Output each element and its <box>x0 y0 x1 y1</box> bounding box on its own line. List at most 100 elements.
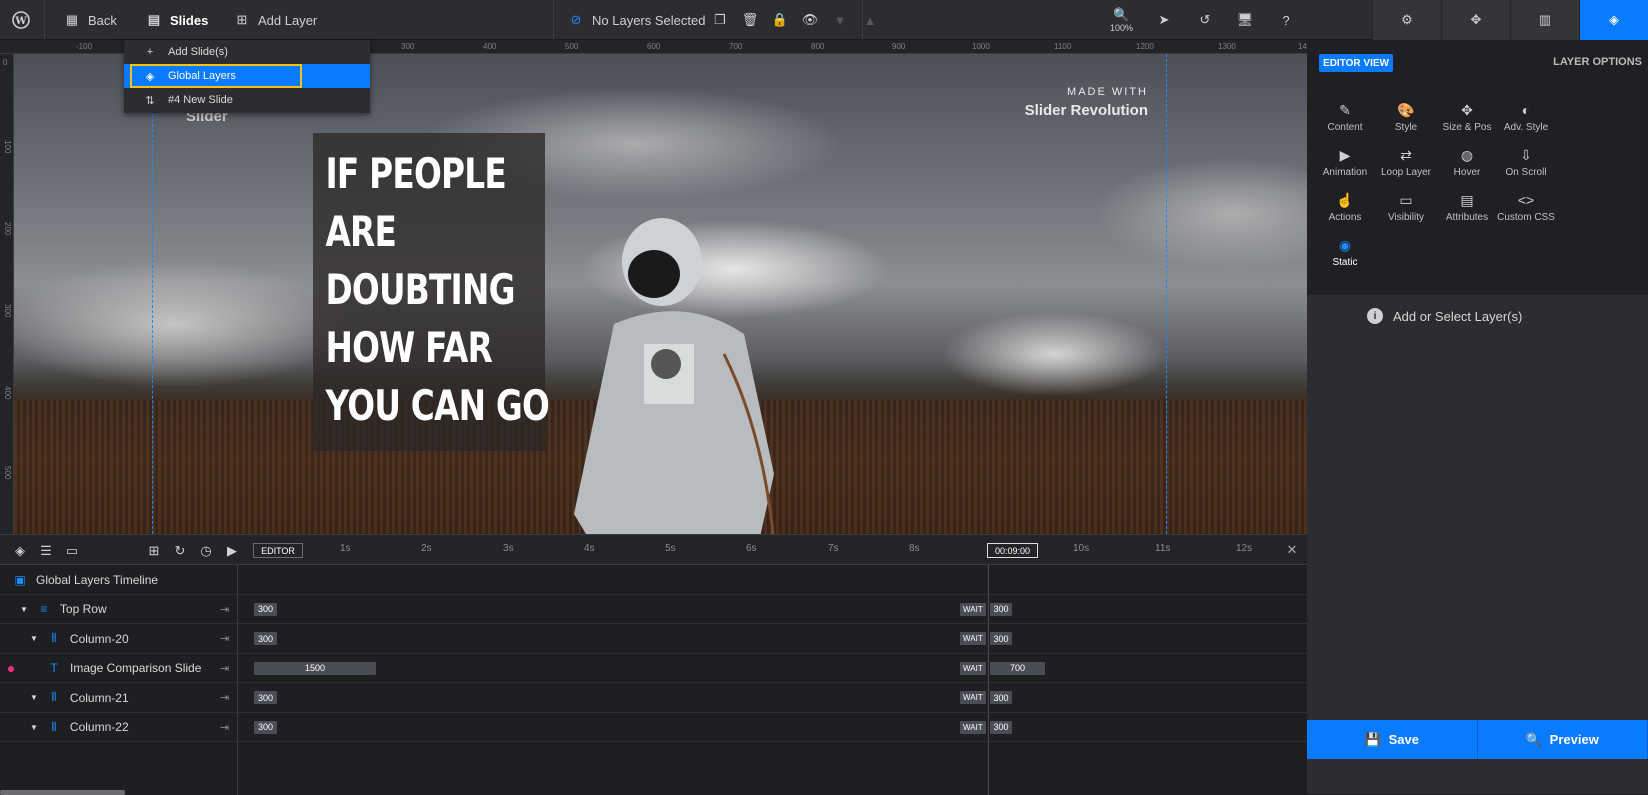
no-selection-icon: ⊘ <box>568 12 584 28</box>
grid-guide-left <box>152 54 153 564</box>
list-icon[interactable]: ☰ <box>38 543 54 559</box>
table-row[interactable]: ▼≡Top Row ⇥ 300 WAIT 300 <box>0 595 1307 625</box>
table-row[interactable]: ▣Global Layers Timeline <box>0 565 1307 595</box>
eye-icon[interactable]: 👁 <box>802 12 818 28</box>
move-down-icon[interactable]: ▼ <box>832 12 848 28</box>
playhead-time[interactable]: 00:09:00 <box>987 543 1038 558</box>
search-icon: 🔍 <box>1526 732 1542 748</box>
option-animation[interactable]: ▶Animation <box>1311 147 1379 178</box>
zoom-control[interactable]: 🔍 100% <box>1110 0 1133 40</box>
editor-view-button[interactable]: EDITOR VIEW <box>1319 54 1393 72</box>
add-layer-icon: ⊞ <box>234 12 250 28</box>
column-icon: ⦀ <box>46 719 62 735</box>
preview-button[interactable]: 🔍Preview <box>1478 720 1648 759</box>
undo-icon: ↺ <box>1197 12 1213 28</box>
table-row[interactable]: ▼⦀Column-21 ⇥ 300 WAIT 300 <box>0 683 1307 713</box>
option-loop-layer[interactable]: ⇄Loop Layer <box>1372 147 1440 178</box>
move-up-icon[interactable]: ▲ <box>862 12 878 28</box>
timeline-panel: ◈ ☰ ▭ ⊞ ↻ ◷ ▶ EDITOR 1s 2s 3s 4s 5s 6s 7… <box>0 534 1307 794</box>
back-button[interactable]: ▦Back <box>64 0 117 40</box>
wordpress-logo[interactable]: W <box>12 0 30 40</box>
add-select-hint: i Add or Select Layer(s) <box>1367 308 1522 324</box>
svg-text:W: W <box>14 16 27 27</box>
slides-dropdown-menu: +Add Slide(s) ◈Global Layers ⇅#4 New Sli… <box>124 40 370 113</box>
palette-icon: 🎨 <box>1372 102 1440 120</box>
horizontal-scrollbar[interactable] <box>0 790 125 795</box>
quote-line: DOUBTING <box>313 261 494 319</box>
column-icon: ⦀ <box>46 690 62 706</box>
selected-dot <box>8 666 14 672</box>
collapse-arrow-icon[interactable]: ⇥ <box>220 691 229 704</box>
add-layer-button[interactable]: ⊞Add Layer <box>234 0 317 40</box>
cursor-icon: ➤ <box>1156 12 1172 28</box>
option-adv-style[interactable]: ◐Adv. Style <box>1492 102 1560 133</box>
menu-item-global-layers[interactable]: ◈Global Layers <box>130 64 302 88</box>
tab-navigation[interactable]: ✥ <box>1441 0 1510 40</box>
folder-icon[interactable]: ▭ <box>64 543 80 559</box>
collapse-arrow-icon[interactable]: ⇥ <box>220 662 229 675</box>
info-icon: i <box>1367 308 1383 324</box>
quote-line: HOW FAR <box>313 319 494 377</box>
trash-icon[interactable]: 🗑 <box>742 12 758 28</box>
grid-icon: ▦ <box>64 12 80 28</box>
menu-item-new-slide[interactable]: ⇅#4 New Slide <box>124 88 370 112</box>
collapse-arrow-icon[interactable]: ⇥ <box>220 632 229 645</box>
circle-icon: ◉ <box>1311 237 1379 255</box>
layers-icon[interactable]: ◈ <box>12 543 28 559</box>
close-icon[interactable]: ✕ <box>1284 542 1300 558</box>
collapse-arrow-icon[interactable]: ⇥ <box>220 603 229 616</box>
caret-down-icon: ▼ <box>20 605 28 614</box>
select-tool[interactable]: ➤ <box>1156 0 1172 40</box>
made-with-layer[interactable]: MADE WITH Slider Revolution <box>1025 86 1148 119</box>
menu-item-add-slides[interactable]: +Add Slide(s) <box>124 40 370 64</box>
loop-icon: ⇄ <box>1372 147 1440 165</box>
tab-settings[interactable]: ⚙ <box>1372 0 1441 40</box>
timer-icon[interactable]: ◷ <box>198 543 214 559</box>
tab-layers[interactable]: ◈ <box>1579 0 1648 40</box>
option-custom-css[interactable]: <>Custom CSS <box>1492 192 1560 223</box>
refresh-icon[interactable]: ↻ <box>172 543 188 559</box>
option-attributes[interactable]: ▤Attributes <box>1433 192 1501 223</box>
row-icon: ≡ <box>36 601 52 617</box>
gear-icon: ⚙ <box>1399 12 1415 28</box>
layers-icon: ◈ <box>142 68 158 84</box>
layer-status: ⊘No Layers Selected <box>568 0 705 40</box>
tab-slide[interactable]: ▥ <box>1510 0 1579 40</box>
option-style[interactable]: 🎨Style <box>1372 102 1440 133</box>
option-hover[interactable]: ◍Hover <box>1433 147 1501 178</box>
timeline-header: ◈ ☰ ▭ ⊞ ↻ ◷ ▶ EDITOR 1s 2s 3s 4s 5s 6s 7… <box>0 535 1307 565</box>
editor-button[interactable]: EDITOR <box>253 543 303 558</box>
lock-icon[interactable]: 🔒 <box>772 12 788 28</box>
quote-layer[interactable]: IF PEOPLE ARE DOUBTING HOW FAR YOU CAN G… <box>313 133 545 451</box>
help-button[interactable]: ? <box>1278 0 1294 40</box>
device-desktop[interactable]: 🖥 <box>1237 0 1253 40</box>
scroll-icon: ⇩ <box>1492 147 1560 165</box>
save-button[interactable]: 💾Save <box>1307 720 1478 759</box>
layers-icon: ◈ <box>1606 12 1622 28</box>
table-row[interactable]: ▼⦀Column-20 ⇥ 300 WAIT 300 <box>0 624 1307 654</box>
option-visibility[interactable]: ▭Visibility <box>1372 192 1440 223</box>
collapse-arrow-icon[interactable]: ⇥ <box>220 721 229 734</box>
option-content[interactable]: ✎Content <box>1311 102 1379 133</box>
quote-line: ARE <box>313 203 494 261</box>
grid-guide-right <box>1166 54 1167 564</box>
table-row[interactable]: ▼⦀Column-22 ⇥ 300 WAIT 300 <box>0 713 1307 743</box>
help-icon: ? <box>1278 12 1294 28</box>
gamepad-icon: ✥ <box>1468 12 1484 28</box>
play-icon[interactable]: ▶ <box>224 543 240 559</box>
option-on-scroll[interactable]: ⇩On Scroll <box>1492 147 1560 178</box>
mouse-icon: ◍ <box>1433 147 1501 165</box>
slides-button[interactable]: ▤Slides <box>146 0 208 40</box>
slide-canvas[interactable]: Slider IF PEOPLE ARE DOUBTING HOW FAR YO… <box>14 54 1372 564</box>
image-icon: ▣ <box>12 572 28 588</box>
option-actions[interactable]: ☝Actions <box>1311 192 1379 223</box>
option-size-pos[interactable]: ✥Size & Pos <box>1433 102 1501 133</box>
vertical-ruler: 0 100 200 300 400 500 <box>0 54 14 564</box>
layer-actions: ❐ 🗑 🔒 👁 ▼ ▲ <box>712 0 878 40</box>
undo-button[interactable]: ↺ <box>1197 0 1213 40</box>
option-static[interactable]: ◉Static <box>1311 237 1379 268</box>
grid-icon[interactable]: ⊞ <box>146 543 162 559</box>
duplicate-icon[interactable]: ❐ <box>712 12 728 28</box>
layer-options-title: LAYER OPTIONS <box>1553 56 1642 68</box>
table-row[interactable]: TImage Comparison Slide ⇥ 1500 WAIT 700 <box>0 654 1307 684</box>
